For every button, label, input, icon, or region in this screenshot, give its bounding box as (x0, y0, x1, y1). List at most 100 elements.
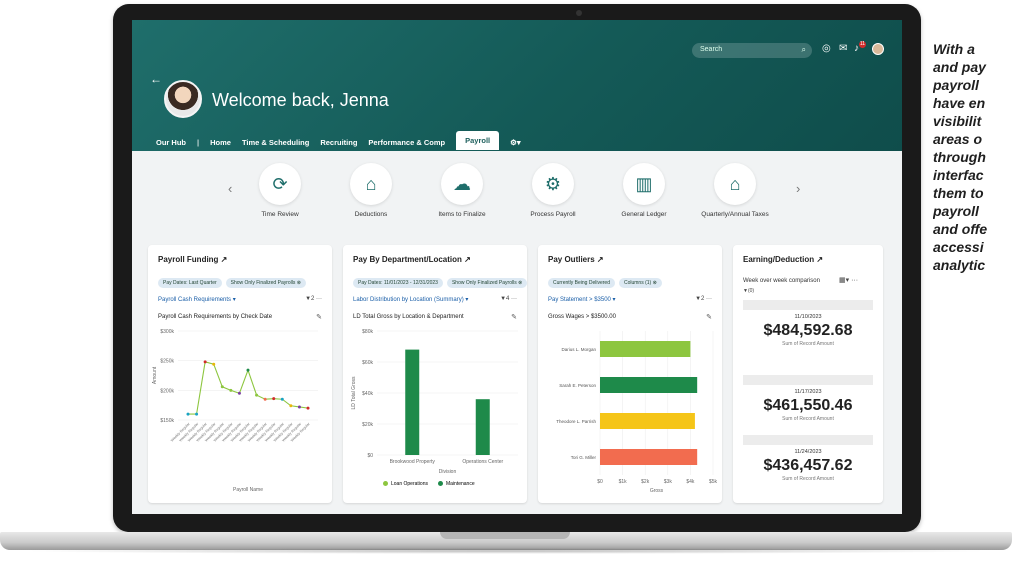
data-point (195, 412, 199, 416)
user-avatar[interactable] (872, 43, 884, 55)
copy-line: them to (933, 185, 984, 201)
bar (600, 341, 691, 357)
bar (600, 377, 698, 393)
notification-badge: 11 (859, 41, 866, 48)
y-tick-label: Tori G. Miller (571, 455, 597, 460)
copy-line: areas o (933, 131, 983, 147)
kpi-block: 11/24/2023 $436,457.62 Sum of Record Amo… (743, 435, 873, 482)
pencil-icon[interactable]: ✎ (316, 313, 322, 321)
tile-general-ledger[interactable]: ▥ General Ledger (604, 163, 684, 218)
kpi-label: Sum of Record Amount (782, 476, 834, 482)
copy-line: accessi (933, 239, 984, 255)
app-screen: Search ⌕ ◎ ✉ ♪ 11 ← Welcome back, Jenna … (132, 20, 902, 514)
copy-line: analytic (933, 257, 986, 273)
nav-payroll[interactable]: Payroll (456, 131, 500, 150)
x-tick-label: $3k (664, 479, 673, 485)
table-menu-icon[interactable]: ▦▾ ··· (839, 276, 858, 284)
pencil-icon[interactable]: ✎ (511, 313, 517, 321)
x-tick-label: $2k (641, 479, 650, 485)
data-point (237, 391, 241, 395)
nav-recruiting[interactable]: Recruiting (320, 138, 357, 147)
chip-delivered[interactable]: Currently Being Delivered (548, 278, 615, 288)
legend-item[interactable]: Maintenance (437, 481, 475, 487)
back-arrow-icon[interactable]: ← (150, 72, 162, 86)
filter-chips: Currently Being Delivered Columns (1) ⊗ (548, 278, 662, 288)
tile-time-review[interactable]: ⟳ Time Review (240, 163, 320, 218)
chip-columns[interactable]: Columns (1) ⊗ (618, 278, 662, 288)
search-placeholder: Search (700, 46, 723, 53)
search-input[interactable]: Search ⌕ (692, 43, 812, 58)
legend-swatch (383, 481, 388, 487)
search-icon[interactable]: ⌕ (802, 45, 806, 55)
tile-quarterly-taxes[interactable]: ⌂ Quarterly/Annual Taxes (695, 163, 775, 218)
marketing-copy: With a and pay payroll have en visibilit… (933, 40, 1012, 274)
chip-finalized[interactable]: Show Only Finalized Payrolls ⊗ (225, 278, 306, 288)
x-tick-label: $1k (619, 479, 628, 485)
card-title[interactable]: Earning/Deduction ↗ (743, 255, 823, 264)
x-axis-label: Payroll Name (233, 487, 263, 493)
copy-line: through (933, 149, 986, 165)
nav-home[interactable]: Home (210, 138, 231, 147)
data-point (263, 397, 267, 401)
kpi-date: 11/10/2023 (794, 314, 822, 320)
data-point (229, 388, 233, 392)
chip-pay-dates[interactable]: Pay Dates: 11/01/2023 - 12/31/2023 (353, 278, 443, 288)
card-payroll-funding: Payroll Funding ↗ Pay Dates: Last Quarte… (148, 245, 332, 503)
data-point (220, 385, 224, 389)
filter-menu[interactable]: ▼2 ··· (695, 296, 712, 302)
laptop-shadow (20, 548, 992, 554)
chart-subtitle: Gross Wages > $3500.00 (548, 314, 616, 320)
filter-menu[interactable]: ▼2 ··· (305, 296, 322, 302)
data-point (297, 405, 301, 409)
chevron-left-icon[interactable]: ‹ (228, 181, 232, 196)
tile-deductions[interactable]: ⌂ Deductions (331, 163, 411, 218)
report-selector[interactable]: Labor Distribution by Location (Summary)… (353, 296, 468, 303)
bank-tax-icon: ⌂ (714, 163, 756, 205)
chevron-right-icon[interactable]: › (796, 181, 800, 196)
tile-process-payroll[interactable]: ⚙ Process Payroll (513, 163, 593, 218)
pencil-icon[interactable]: ✎ (706, 313, 712, 321)
y-tick-label: $20k (362, 422, 373, 428)
card-title[interactable]: Payroll Funding ↗ (158, 255, 227, 264)
help-icon[interactable]: ◎ (822, 43, 831, 54)
y-tick-label: $150k (160, 418, 174, 424)
bar (405, 349, 420, 455)
card-earning-deduction: Earning/Deduction ↗ Week over week compa… (733, 245, 883, 503)
legend-label: Loan Operations (391, 481, 428, 487)
y-tick-label: $250k (160, 359, 174, 365)
tile-items-to-finalize[interactable]: ☁ Items to Finalize (422, 163, 502, 218)
kpi-divider (743, 300, 873, 310)
clock-refresh-icon: ⟳ (259, 163, 301, 205)
kpi-divider (743, 375, 873, 385)
y-tick-label: $300k (160, 329, 174, 335)
kpi-amount: $461,550.46 (763, 397, 853, 414)
y-tick-label: Darius L. Morgan (561, 347, 596, 352)
nav-performance-comp[interactable]: Performance & Comp (368, 138, 445, 147)
chat-icon[interactable]: ✉ (839, 43, 847, 54)
card-title[interactable]: Pay Outliers ↗ (548, 255, 604, 264)
y-axis-label: LD Total Gross (351, 376, 357, 409)
y-axis-label: Amount (152, 366, 158, 384)
report-selector[interactable]: Pay Statement > $3500 ▾ (548, 296, 616, 303)
y-tick-label: Sarah E. Peterson (559, 383, 596, 388)
filter-count[interactable]: ▼(0) (743, 288, 754, 294)
chart-subtitle: Payroll Cash Requirements by Check Date (158, 314, 273, 320)
filter-menu[interactable]: ▼4 ··· (500, 296, 517, 302)
card-title[interactable]: Pay By Department/Location ↗ (353, 255, 471, 264)
nav-our-hub[interactable]: Our Hub (156, 138, 186, 147)
tile-label: Process Payroll (530, 211, 576, 218)
legend-swatch (437, 481, 443, 487)
kpi-label: Sum of Record Amount (782, 416, 834, 422)
data-point (306, 406, 310, 410)
kpi-label: Sum of Record Amount (782, 341, 834, 347)
chip-pay-dates[interactable]: Pay Dates: Last Quarter (158, 278, 222, 288)
nav-settings-menu[interactable]: ⚙▾ (510, 138, 521, 147)
nav-time-scheduling[interactable]: Time & Scheduling (242, 138, 309, 147)
tile-label: General Ledger (621, 211, 667, 218)
chip-finalized[interactable]: Show Only Finalized Payrolls ⊗ (446, 278, 527, 288)
kpi-amount: $436,457.62 (763, 457, 853, 474)
legend-item[interactable]: Loan Operations (383, 481, 428, 487)
copy-line: interfac (933, 167, 984, 183)
report-selector[interactable]: Payroll Cash Requirements ▾ (158, 296, 236, 303)
x-axis-label: Division (439, 469, 457, 475)
